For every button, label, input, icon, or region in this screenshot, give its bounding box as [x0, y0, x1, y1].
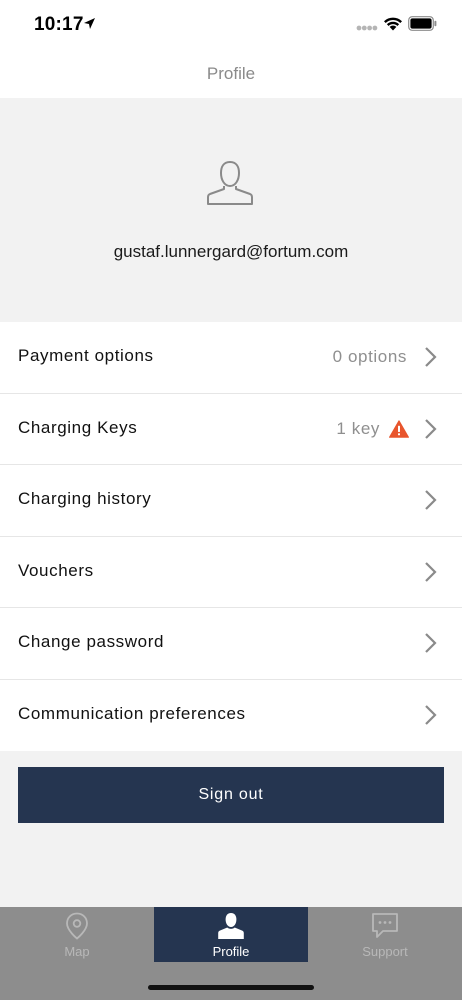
- tab-label: Map: [64, 944, 90, 959]
- chevron-right-icon: [425, 561, 437, 582]
- menu-item-value: 0 options: [332, 347, 407, 366]
- nav-header: Profile: [0, 52, 462, 98]
- status-time: 10:17: [34, 14, 84, 35]
- menu-item-label: Change password: [18, 632, 165, 651]
- menu-item-label: Vouchers: [18, 560, 94, 580]
- battery-icon: [408, 16, 437, 31]
- tab-label: Profile: [212, 944, 250, 959]
- menu-item-charging-keys[interactable]: Charging Keys 1 key: [0, 393, 462, 465]
- menu-item-payment-options[interactable]: Payment options 0 options: [0, 322, 462, 394]
- wifi-icon: [384, 17, 402, 31]
- chevron-right-icon: [425, 347, 437, 367]
- chevron-right-icon: [425, 704, 437, 725]
- sign-out-button[interactable]: Sign out: [18, 767, 444, 823]
- tab-map[interactable]: Map: [0, 907, 154, 962]
- menu-item-change-password[interactable]: Change password: [0, 608, 462, 680]
- tab-label: Support: [362, 944, 408, 959]
- page-title: Profile: [206, 64, 256, 83]
- person-icon: [218, 913, 244, 939]
- profile-header: gustaf.lunnergard@fortum.com: [0, 98, 462, 322]
- profile-screen: 10:17 Profile gustaf.lunnergard@fortum.c…: [0, 0, 462, 1000]
- menu-item-label: Charging history: [18, 489, 152, 508]
- menu-item-charging-history[interactable]: Charging history: [0, 465, 462, 537]
- signal-icon: [356, 25, 378, 31]
- menu-item-value: 1 key: [336, 418, 380, 438]
- location-arrow-icon: [84, 18, 95, 29]
- menu-item-label: Communication preferences: [18, 703, 246, 723]
- chevron-right-icon: [425, 633, 437, 653]
- chevron-right-icon: [425, 418, 437, 439]
- tab-profile[interactable]: Profile: [154, 907, 308, 962]
- warning-icon: [389, 419, 409, 438]
- menu-item-communication-preferences[interactable]: Communication preferences: [0, 679, 462, 751]
- tab-support[interactable]: Support: [308, 907, 462, 962]
- status-bar: 10:17: [0, 0, 462, 52]
- profile-menu: Payment options 0 options Charging Keys …: [0, 322, 462, 751]
- chevron-right-icon: [425, 490, 437, 510]
- menu-item-label: Payment options: [18, 346, 154, 365]
- map-pin-icon: [66, 912, 88, 940]
- menu-item-label: Charging Keys: [18, 417, 138, 437]
- avatar-icon: [207, 160, 253, 205]
- home-indicator: [148, 985, 314, 990]
- profile-email: gustaf.lunnergard@fortum.com: [113, 242, 349, 261]
- menu-item-vouchers[interactable]: Vouchers: [0, 536, 462, 608]
- chat-icon: [372, 913, 398, 938]
